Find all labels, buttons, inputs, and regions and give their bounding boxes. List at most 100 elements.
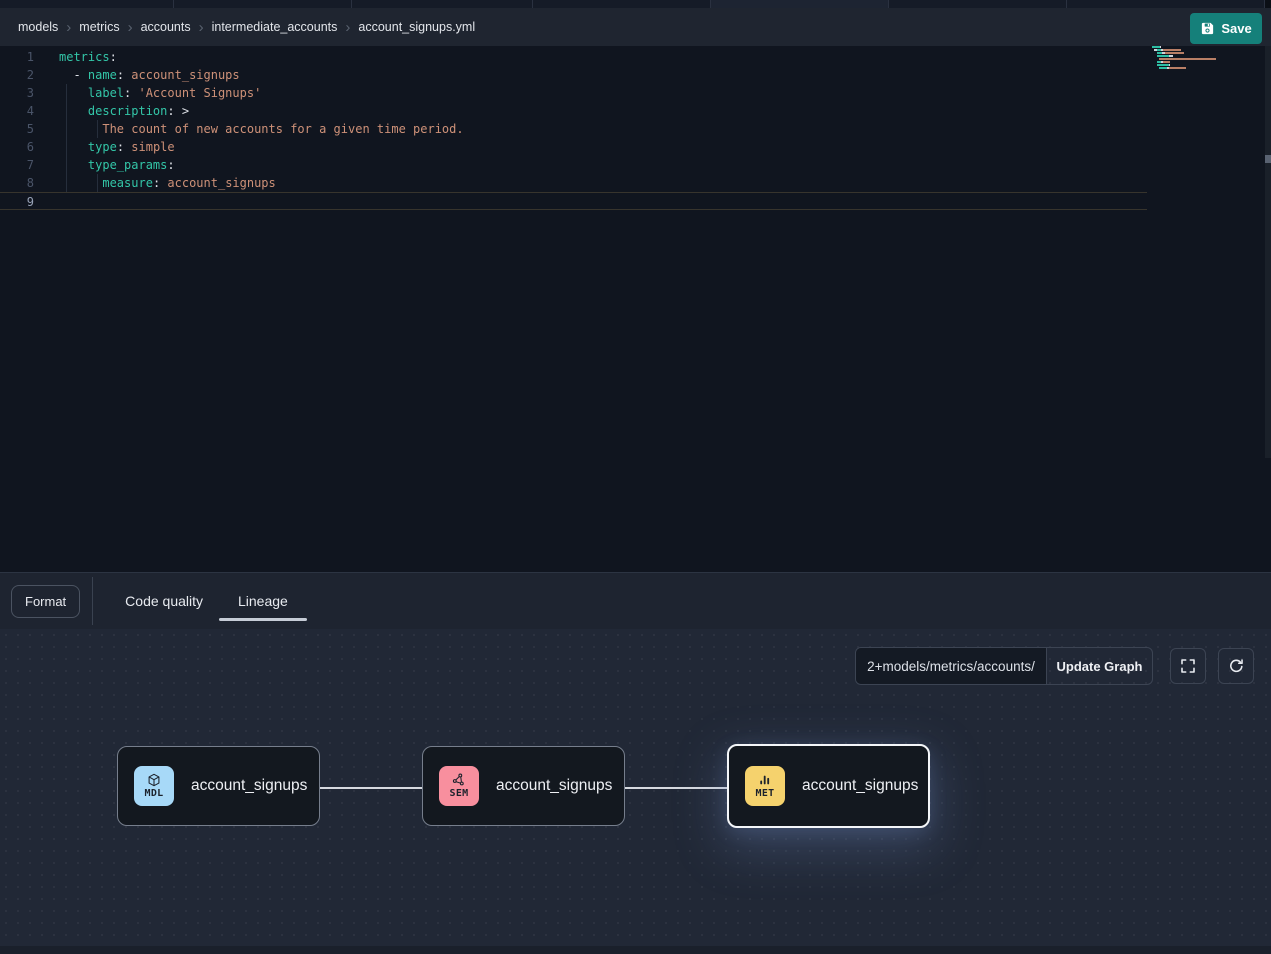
chevron-right-icon: ›	[199, 20, 204, 35]
metric-bars-icon	[758, 773, 772, 787]
code-line[interactable]: 7 type_params:	[0, 156, 1147, 174]
code-token: account_signups	[167, 176, 275, 190]
badge-text: SEM	[450, 788, 469, 799]
breadcrumb-item-intermediate-accounts[interactable]: intermediate_accounts	[212, 20, 338, 34]
code-token: label	[88, 86, 124, 100]
code-token: >	[182, 104, 189, 118]
breadcrumb: models › metrics › accounts › intermedia…	[0, 8, 1271, 46]
lineage-canvas[interactable]: 2+models/metrics/accounts/ Update Graph	[0, 629, 1271, 946]
code-line[interactable]: 5 The count of new accounts for a given …	[0, 120, 1147, 138]
code-line[interactable]: 1 metrics:	[0, 48, 1147, 66]
code-token: description	[88, 104, 167, 118]
editor-tab-strip	[0, 0, 1271, 8]
tab-lineage[interactable]: Lineage	[219, 573, 307, 629]
dbt-ide-app: models › metrics › accounts › intermedia…	[0, 0, 1271, 954]
lineage-edge	[625, 787, 727, 789]
lineage-edge	[320, 787, 422, 789]
code-text: measure: account_signups	[59, 174, 276, 192]
bottom-panel: Format Code quality Lineage 2+models/met…	[0, 572, 1271, 954]
tab-strip-end	[1265, 0, 1271, 8]
editor-tab[interactable]	[352, 0, 533, 8]
indent-guide	[97, 174, 98, 192]
line-number: 7	[0, 156, 34, 174]
code-line[interactable]: 2 - name: account_signups	[0, 66, 1147, 84]
code-token: :	[110, 50, 117, 64]
editor-scrollbar[interactable]	[1265, 46, 1271, 458]
lineage-controls: 2+models/metrics/accounts/ Update Graph	[0, 647, 1271, 685]
node-label: account_signups	[802, 777, 918, 795]
panel-header: Format Code quality Lineage	[0, 573, 1271, 629]
editor-tab[interactable]	[1067, 0, 1265, 8]
code-token	[59, 68, 73, 82]
code-token: :	[153, 176, 167, 190]
active-tab-underline	[219, 618, 307, 621]
indent-guide	[97, 120, 98, 138]
code-line[interactable]: 4 description: >	[0, 102, 1147, 120]
code-token: measure	[102, 176, 153, 190]
code-token	[59, 104, 88, 118]
save-button-label: Save	[1221, 21, 1251, 36]
code-token: :	[117, 140, 131, 154]
chevron-right-icon: ›	[66, 20, 71, 35]
floppy-save-icon	[1200, 21, 1215, 36]
code-line[interactable]: 3 label: 'Account Signups'	[0, 84, 1147, 102]
code-line[interactable]: 8 measure: account_signups	[0, 174, 1147, 192]
tab-code-quality[interactable]: Code quality	[125, 573, 203, 629]
editor-tab-active[interactable]	[711, 0, 889, 8]
format-button[interactable]: Format	[11, 585, 80, 618]
code-token: name	[88, 68, 117, 82]
refresh-button[interactable]	[1218, 648, 1254, 684]
lineage-node-model[interactable]: MDL account_signups	[117, 746, 320, 826]
scrollbar-thumb[interactable]	[1265, 155, 1271, 163]
update-graph-button[interactable]: Update Graph	[1046, 648, 1152, 684]
line-number: 1	[0, 48, 34, 66]
code-line[interactable]: 6 type: simple	[0, 138, 1147, 156]
code-token: :	[167, 104, 181, 118]
code-text: The count of new accounts for a given ti…	[59, 120, 464, 138]
code-token: The count of new accounts for a given ti…	[102, 122, 463, 136]
chevron-right-icon: ›	[345, 20, 350, 35]
code-token: type_params	[88, 158, 167, 172]
breadcrumb-item-filename: account_signups.yml	[358, 20, 475, 34]
code-token: simple	[131, 140, 174, 154]
cube-icon	[147, 773, 161, 787]
breadcrumb-item-accounts[interactable]: accounts	[141, 20, 191, 34]
minimap[interactable]	[1152, 46, 1252, 73]
breadcrumb-item-models[interactable]: models	[18, 20, 58, 34]
line-number: 3	[0, 84, 34, 102]
lineage-selector-input[interactable]: 2+models/metrics/accounts/	[856, 648, 1046, 684]
tab-lineage-label: Lineage	[238, 593, 288, 609]
lineage-node-metric-selected[interactable]: MET account_signups	[727, 744, 930, 828]
fullscreen-button[interactable]	[1170, 648, 1206, 684]
line-number: 6	[0, 138, 34, 156]
save-button[interactable]: Save	[1190, 13, 1262, 44]
editor-tab[interactable]	[889, 0, 1067, 8]
code-token	[59, 140, 88, 154]
lineage-node-semantic-model[interactable]: SEM account_signups	[422, 746, 625, 826]
node-label: account_signups	[191, 777, 307, 795]
code-token: -	[73, 68, 87, 82]
code-text: label: 'Account Signups'	[59, 84, 261, 102]
tab-code-quality-label: Code quality	[125, 593, 203, 609]
code-text: type: simple	[59, 138, 175, 156]
breadcrumb-item-metrics[interactable]: metrics	[79, 20, 119, 34]
node-label: account_signups	[496, 777, 612, 795]
line-number: 8	[0, 174, 34, 192]
editor-tab[interactable]	[174, 0, 352, 8]
code-token	[59, 158, 88, 172]
code-token: :	[167, 158, 174, 172]
code-line-current[interactable]: 9	[0, 192, 1147, 210]
code-token: type	[88, 140, 117, 154]
line-number: 5	[0, 120, 34, 138]
code-text: description: >	[59, 102, 189, 120]
code-text: - name: account_signups	[59, 66, 240, 84]
model-badge: MDL	[134, 766, 174, 806]
code-text: metrics:	[59, 48, 117, 66]
indent-guide	[66, 84, 67, 192]
code-text: type_params:	[59, 156, 175, 174]
code-editor[interactable]: 1 metrics: 2 - name: account_signups 3 l…	[0, 46, 1271, 572]
code-token: 'Account Signups'	[138, 86, 261, 100]
badge-text: MET	[756, 788, 775, 799]
editor-tab[interactable]	[0, 0, 174, 8]
editor-tab[interactable]	[533, 0, 711, 8]
